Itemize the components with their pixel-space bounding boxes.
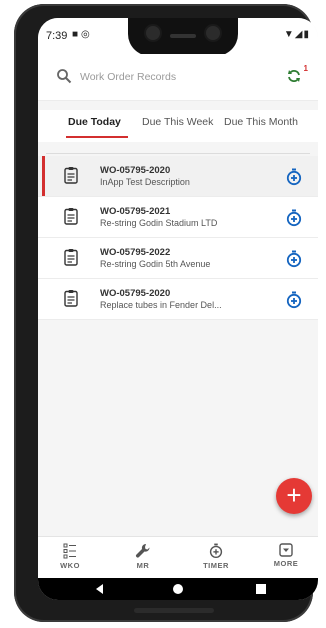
due-tabs: Due Today Due This Week Due This Month [38,110,318,142]
work-order-number: WO-05795-2020 [100,165,171,176]
active-tab-indicator [66,136,128,138]
work-order-number: WO-05795-2020 [100,288,171,299]
sync-icon [288,70,300,82]
signal-battery-icons: ▼◢▮ [283,29,310,40]
clipboard-icon [64,249,78,266]
work-order-row[interactable]: WO-05795-2021 Re-string Godin Stadium LT… [38,197,318,238]
start-timer-icon[interactable] [286,250,302,268]
search-bar: 1 [38,54,318,101]
clipboard-icon [64,290,78,307]
clipboard-icon [64,208,78,225]
list-icon [63,543,76,559]
tab-due-today[interactable]: Due Today [68,116,121,128]
work-order-description: Replace tubes in Fender Del... [100,300,222,310]
tabs-divider [46,153,310,154]
back-button[interactable] [96,584,103,594]
search-icon [57,69,72,84]
add-work-order-button[interactable]: + [276,478,312,514]
sync-button[interactable]: 1 [286,64,308,86]
app-screen: 7:39 ■◎ ▼◢▮ 1 [38,18,318,600]
bottom-navigation: WKO MR TIMER MORE [38,536,318,579]
work-order-description: Re-string Godin 5th Avenue [100,259,211,269]
work-order-number: WO-05795-2022 [100,247,171,258]
tab-due-this-month[interactable]: Due This Month [224,116,298,128]
work-order-number: WO-05795-2021 [100,206,171,217]
start-timer-icon[interactable] [286,291,302,309]
recents-button[interactable] [256,584,266,594]
phone-frame: 7:39 ■◎ ▼◢▮ 1 [14,4,318,622]
work-order-row[interactable]: WO-05795-2022 Re-string Godin 5th Avenue [38,238,318,279]
work-order-description: Re-string Godin Stadium LTD [100,218,218,228]
clipboard-icon [64,167,78,184]
notification-icons: ■◎ [72,29,93,40]
work-order-description: InApp Test Description [100,177,190,187]
search-input[interactable] [78,66,272,88]
camera-notch [128,18,238,56]
work-order-row[interactable]: WO-05795-2020 Replace tubes in Fender De… [38,279,318,320]
nav-item-mr[interactable]: MR [123,541,163,577]
more-box-icon [279,543,293,557]
stopwatch-icon [209,543,223,558]
system-navigation-bar [38,578,318,600]
nav-label-wko: WKO [60,561,80,570]
selected-marker [42,156,45,196]
status-time: 7:39 [46,30,68,42]
nav-item-wko[interactable]: WKO [50,541,90,577]
nav-item-timer[interactable]: TIMER [196,541,236,577]
front-sensor [206,26,220,40]
nav-label-mr: MR [136,561,150,570]
sync-badge: 1 [303,64,308,73]
earpiece [170,34,196,38]
start-timer-icon[interactable] [286,209,302,227]
start-timer-icon[interactable] [286,168,302,186]
tab-due-this-week[interactable]: Due This Week [142,116,213,128]
home-button[interactable] [173,584,183,594]
front-camera [146,26,160,40]
nav-item-more[interactable]: MORE [266,541,306,577]
bottom-speaker [134,608,214,613]
nav-label-timer: TIMER [203,561,229,570]
work-order-row[interactable]: WO-05795-2020 InApp Test Description [38,156,318,197]
wrench-icon [135,543,150,558]
nav-label-more: MORE [273,559,299,568]
